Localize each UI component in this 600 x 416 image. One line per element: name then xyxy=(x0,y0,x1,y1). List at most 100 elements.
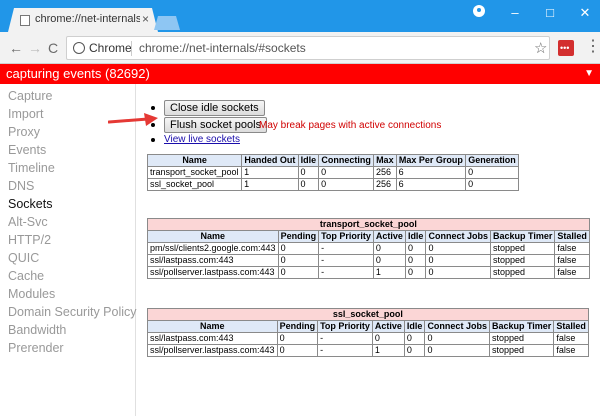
table-cell: 0 xyxy=(403,332,426,345)
column-header: Pending xyxy=(277,230,320,243)
column-header: Connect Jobs xyxy=(425,230,491,243)
flush-warning-text: May break pages with active connections xyxy=(259,120,442,131)
sidebar-item-bandwidth[interactable]: Bandwidth xyxy=(8,322,66,338)
table-cell: 256 xyxy=(373,166,397,179)
column-header: Idle xyxy=(297,154,320,167)
sockets-panel: Close idle sockets Flush socket pools Ma… xyxy=(137,84,600,416)
new-tab-button[interactable] xyxy=(154,16,180,30)
table-cell: 0 xyxy=(318,178,374,191)
address-bar[interactable]: Chrome chrome://net-internals/#sockets ☆ xyxy=(66,36,550,60)
table-cell: 1 xyxy=(372,266,406,279)
column-header: Active xyxy=(371,320,405,333)
table-cell: 0 xyxy=(425,266,491,279)
profile-icon[interactable] xyxy=(473,5,485,17)
window-titlebar: chrome://net-internals/# × – □ ✕ xyxy=(0,0,600,32)
table-cell: stopped xyxy=(489,254,556,267)
table-row: ssl/lastpass.com:443 0 - 0 0 0 stopped f… xyxy=(147,254,590,267)
column-header: Name xyxy=(146,154,243,167)
annotation-arrow-icon xyxy=(108,113,158,126)
table-cell: stopped xyxy=(489,242,556,255)
sidebar-item-domain-security-policy[interactable]: Domain Security Policy xyxy=(8,304,137,320)
bookmark-star-icon[interactable]: ☆ xyxy=(534,39,547,57)
sidebar-item-cache[interactable]: Cache xyxy=(8,268,44,284)
tab-title: chrome://net-internals/# xyxy=(35,13,140,25)
maximize-button[interactable]: □ xyxy=(543,6,557,20)
table-cell: 0 xyxy=(371,332,405,345)
column-header: Stalled xyxy=(554,230,590,243)
sidebar-item-prerender[interactable]: Prerender xyxy=(8,340,64,356)
table-cell: 6 xyxy=(395,178,467,191)
table-cell: 0 xyxy=(465,166,519,179)
capture-status-bar[interactable]: capturing events (82692) ▼ xyxy=(0,64,600,84)
table-cell: 0 xyxy=(424,344,490,357)
page-icon xyxy=(20,15,30,26)
close-window-button[interactable]: ✕ xyxy=(578,6,592,20)
column-header: Backup Timer xyxy=(488,320,555,333)
table-cell: stopped xyxy=(488,344,555,357)
table-cell: 0 xyxy=(318,166,374,179)
column-header: Max xyxy=(373,154,397,167)
column-header: Name xyxy=(147,230,279,243)
sidebar-item-alt-svc[interactable]: Alt-Svc xyxy=(8,214,48,230)
table-cell: 0 xyxy=(297,166,320,179)
table-cell: - xyxy=(318,242,374,255)
table-row: transport_socket_pool 1 0 0 256 6 0 xyxy=(146,166,519,179)
table-cell: ssl/pollserver.lastpass.com:443 xyxy=(147,344,278,357)
sidebar-item-http2[interactable]: HTTP/2 xyxy=(8,232,51,248)
table-cell: - xyxy=(318,254,374,267)
column-header: Idle xyxy=(404,230,427,243)
url-text[interactable]: chrome://net-internals/#sockets xyxy=(139,41,306,55)
table-cell: transport_socket_pool xyxy=(146,166,243,179)
forward-button[interactable]: → xyxy=(28,40,42,56)
table-cell: 1 xyxy=(241,166,299,179)
table-cell: 0 xyxy=(297,178,320,191)
column-header: Pending xyxy=(276,320,319,333)
table-cell: - xyxy=(318,266,374,279)
table-row: ssl/pollserver.lastpass.com:443 0 - 1 0 … xyxy=(147,266,590,279)
column-header: Max Per Group xyxy=(395,154,467,167)
sidebar-item-capture[interactable]: Capture xyxy=(8,88,52,104)
tab-close-icon[interactable]: × xyxy=(142,12,149,26)
flush-socket-pools-button[interactable]: Flush socket pools xyxy=(164,117,268,133)
lastpass-extension-icon[interactable] xyxy=(558,40,574,56)
sidebar-item-quic[interactable]: QUIC xyxy=(8,250,39,266)
column-header: Idle xyxy=(403,320,426,333)
reload-button[interactable]: C xyxy=(48,40,58,56)
table-caption: ssl_socket_pool xyxy=(147,308,589,321)
sidebar-item-timeline[interactable]: Timeline xyxy=(8,160,55,176)
dropdown-arrow-icon[interactable]: ▼ xyxy=(584,68,594,79)
table-cell: 0 xyxy=(277,242,320,255)
capture-status-text: capturing events (82692) xyxy=(6,66,150,81)
sidebar-item-proxy[interactable]: Proxy xyxy=(8,124,40,140)
sidebar-item-sockets[interactable]: Sockets xyxy=(8,196,52,212)
omnibox-divider xyxy=(131,41,132,56)
column-header: Top Priority xyxy=(318,230,374,243)
table-cell: 0 xyxy=(277,254,320,267)
menu-icon[interactable]: ⋮ xyxy=(585,38,600,56)
sidebar-item-import[interactable]: Import xyxy=(8,106,43,122)
table-cell: stopped xyxy=(489,266,556,279)
close-idle-sockets-button[interactable]: Close idle sockets xyxy=(164,100,265,116)
column-header: Active xyxy=(372,230,406,243)
table-cell: 0 xyxy=(372,254,406,267)
sidebar-item-modules[interactable]: Modules xyxy=(8,286,55,302)
minimize-button[interactable]: – xyxy=(508,6,522,20)
view-live-sockets-link[interactable]: View live sockets xyxy=(164,134,240,145)
sidebar: Capture Import Proxy Events Timeline DNS… xyxy=(0,84,137,416)
table-cell: ssl_socket_pool xyxy=(146,178,243,191)
table-cell: 0 xyxy=(404,242,427,255)
column-header: Generation xyxy=(465,154,519,167)
sidebar-item-dns[interactable]: DNS xyxy=(8,178,34,194)
table-cell: pm/ssl/clients2.google.com:443 xyxy=(147,242,279,255)
back-button[interactable]: ← xyxy=(9,40,23,56)
ssl-socket-pool-table: ssl_socket_pool Name Pending Top Priorit… xyxy=(147,308,589,357)
table-cell: 0 xyxy=(424,332,490,345)
sidebar-item-events[interactable]: Events xyxy=(8,142,46,158)
column-header: Stalled xyxy=(553,320,589,333)
table-cell: 0 xyxy=(425,242,491,255)
table-cell: 0 xyxy=(465,178,519,191)
column-header: Connect Jobs xyxy=(424,320,490,333)
tab-net-internals[interactable]: chrome://net-internals/# × xyxy=(8,8,158,32)
chrome-icon xyxy=(73,42,85,54)
table-caption: transport_socket_pool xyxy=(147,218,590,231)
